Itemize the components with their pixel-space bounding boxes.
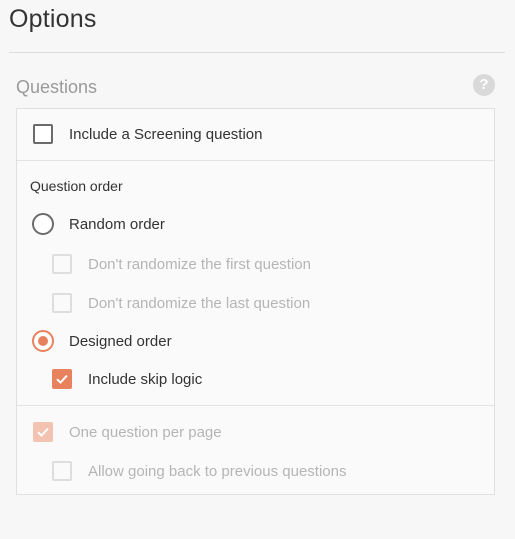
designed-order-label: Designed order	[69, 332, 172, 350]
dont-randomize-last-label: Don't randomize the last question	[88, 294, 311, 312]
one-question-per-page-option[interactable]: One question per page	[33, 421, 222, 443]
screening-label: Include a Screening question	[69, 125, 263, 143]
designed-order-option[interactable]: Designed order	[32, 330, 172, 352]
dont-randomize-first-option[interactable]: Don't randomize the first question	[52, 253, 311, 275]
random-order-label: Random order	[69, 215, 165, 233]
dont-randomize-last-option[interactable]: Don't randomize the last question	[52, 292, 310, 314]
dont-randomize-first-checkbox[interactable]	[52, 254, 72, 274]
divider	[17, 405, 494, 406]
one-question-per-page-label: One question per page	[69, 423, 222, 441]
divider	[17, 160, 494, 161]
one-question-per-page-checkbox[interactable]	[33, 422, 53, 442]
checkmark-icon	[56, 374, 68, 384]
screening-checkbox[interactable]	[33, 124, 53, 144]
allow-going-back-label: Allow going back to previous questions	[88, 462, 347, 480]
questions-options-panel: Include a Screening question Question or…	[16, 108, 495, 495]
designed-order-radio[interactable]	[32, 330, 54, 352]
title-divider	[9, 52, 505, 53]
section-title: Questions	[16, 77, 98, 97]
random-order-option[interactable]: Random order	[32, 213, 165, 235]
skip-logic-label: Include skip logic	[88, 370, 203, 388]
dont-randomize-first-label: Don't randomize the first question	[88, 255, 311, 273]
page-title: Options	[9, 5, 97, 33]
radio-selected-dot	[38, 336, 48, 346]
allow-going-back-checkbox[interactable]	[52, 461, 72, 481]
dont-randomize-last-checkbox[interactable]	[52, 293, 72, 313]
random-order-radio[interactable]	[32, 213, 54, 235]
help-icon[interactable]: ?	[473, 74, 495, 96]
skip-logic-option[interactable]: Include skip logic	[52, 368, 202, 390]
skip-logic-checkbox[interactable]	[52, 369, 72, 389]
screening-question-option[interactable]: Include a Screening question	[33, 123, 262, 145]
checkmark-icon	[37, 427, 49, 437]
question-order-label: Question order	[30, 178, 123, 194]
allow-going-back-option[interactable]: Allow going back to previous questions	[52, 460, 347, 482]
